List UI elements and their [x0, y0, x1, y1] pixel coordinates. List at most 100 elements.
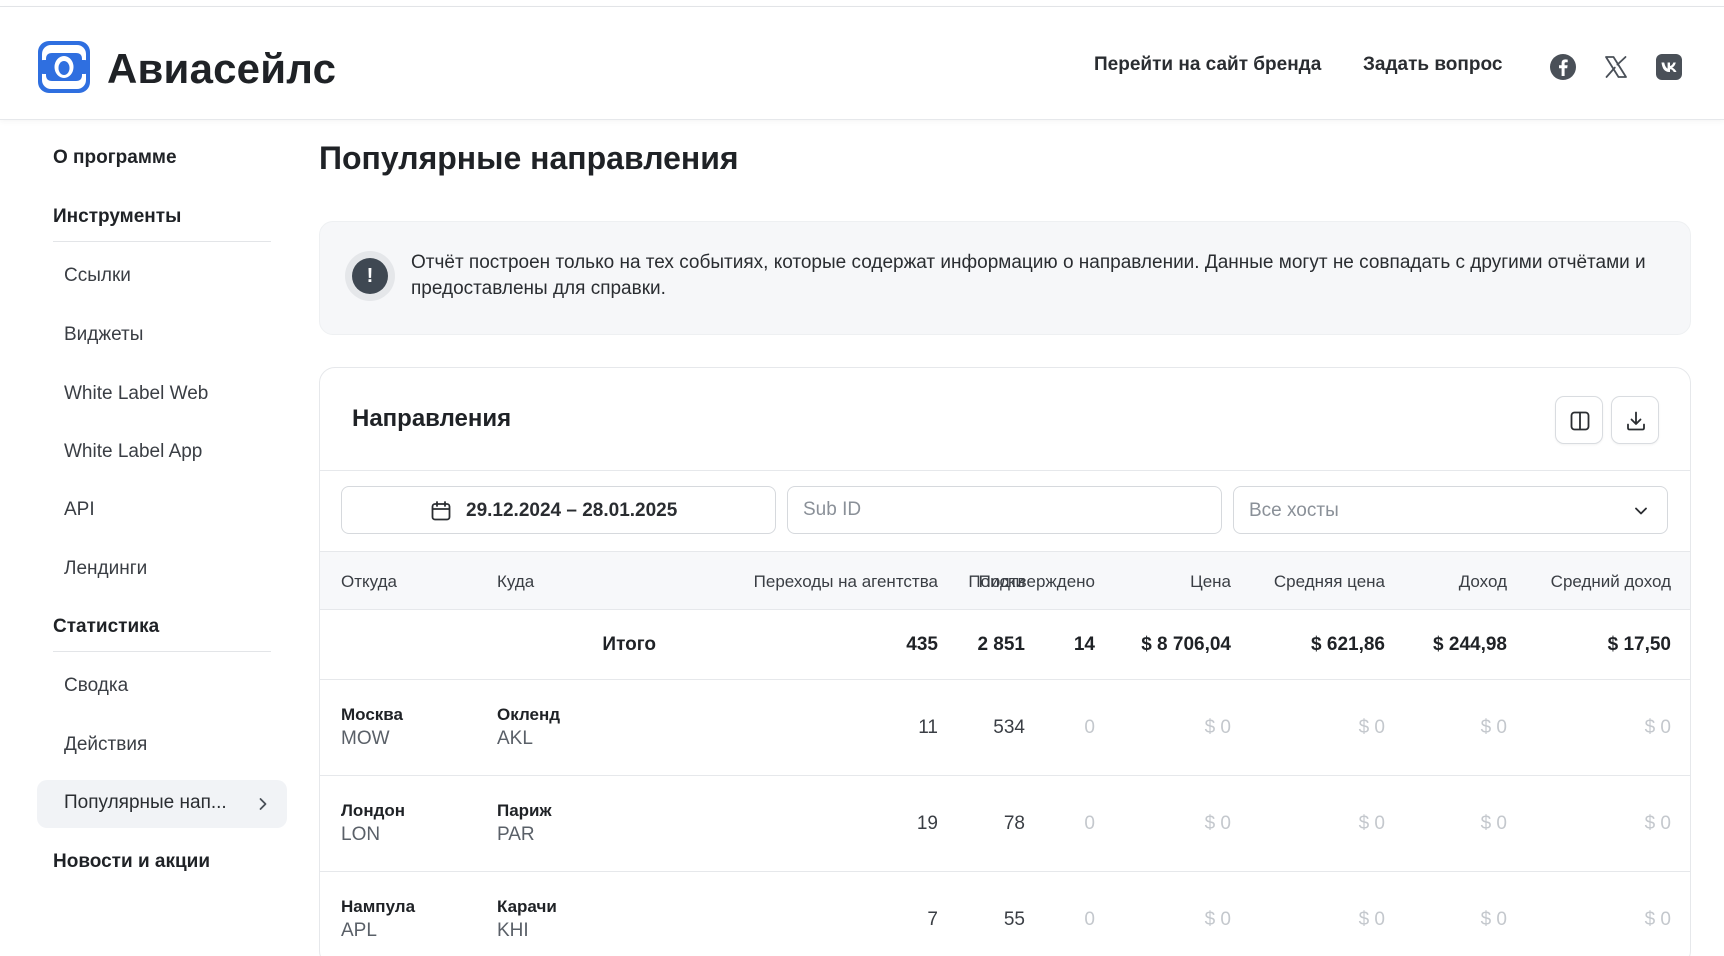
to-city: Окленд [497, 705, 561, 724]
exclamation-mark: ! [352, 258, 388, 294]
from-city: Москва [341, 705, 403, 724]
total-label: Итого [602, 634, 656, 655]
chevron-right-icon [259, 798, 267, 810]
searches-value: 55 [1003, 909, 1025, 930]
clicks-value: 19 [916, 813, 938, 834]
card-divider [320, 470, 1690, 471]
column-header-from[interactable]: Откуда [341, 571, 397, 593]
table-row-total: Итого 2 851 435 14 $ 8 706,04 $ 621,86 $… [320, 610, 1690, 680]
brand-site-link[interactable]: Перейти на сайт бренда [1094, 53, 1321, 77]
download-button[interactable] [1611, 396, 1659, 444]
to-code: AKL [497, 728, 533, 749]
avg-price-value: $ 0 [1358, 909, 1385, 930]
income-value: $ 0 [1480, 909, 1507, 930]
avg-price-value: $ 0 [1358, 813, 1385, 834]
sidebar-section-tools[interactable]: Инструменты [53, 205, 181, 229]
clicks-value: 7 [927, 909, 938, 930]
date-range-picker[interactable]: 29.12.2024 – 28.01.2025 [341, 486, 776, 534]
hosts-select[interactable]: Все хосты [1233, 486, 1668, 534]
top-border [0, 0, 1724, 7]
info-notice: ! Отчёт построен только на тех событиях,… [319, 221, 1691, 335]
total-avg-income: $ 17,50 [1607, 634, 1671, 655]
sidebar-divider [53, 241, 271, 242]
price-value: $ 0 [1204, 909, 1231, 930]
column-header-income[interactable]: Доход [1459, 571, 1507, 593]
sidebar-item-landings[interactable]: Лендинги [64, 557, 147, 581]
confirmed-value: 0 [1084, 813, 1095, 834]
price-value: $ 0 [1204, 813, 1231, 834]
sidebar-divider [53, 651, 271, 652]
income-value: $ 0 [1480, 717, 1507, 738]
table-row[interactable]: Нампула APL Карачи KHI 55 7 0 $ 0 $ 0 $ … [320, 872, 1690, 956]
column-header-price[interactable]: Цена [1190, 571, 1231, 593]
brand-name[interactable]: Авиасейлс [107, 45, 336, 93]
to-city: Париж [497, 801, 552, 820]
sidebar-item-white-label-web[interactable]: White Label Web [64, 382, 208, 406]
from-code: MOW [341, 728, 390, 749]
sidebar-item-api[interactable]: API [64, 498, 95, 522]
price-value: $ 0 [1204, 717, 1231, 738]
total-searches: 2 851 [977, 634, 1025, 655]
exclamation-icon: ! [345, 251, 395, 301]
notice-text: Отчёт построен только на тех событиях, к… [411, 252, 1646, 299]
ask-question-link[interactable]: Задать вопрос [1363, 53, 1502, 77]
clicks-value: 11 [918, 717, 938, 738]
sidebar-item-widgets[interactable]: Виджеты [64, 323, 143, 347]
total-income: $ 244,98 [1433, 634, 1507, 655]
avg-income-value: $ 0 [1644, 909, 1671, 930]
sidebar-item-summary[interactable]: Сводка [64, 674, 128, 698]
avg-income-value: $ 0 [1644, 717, 1671, 738]
column-header-to[interactable]: Куда [497, 571, 534, 593]
sidebar-item-white-label-app[interactable]: White Label App [64, 440, 202, 464]
table-row[interactable]: Лондон LON Париж PAR 78 19 0 $ 0 $ 0 $ 0… [320, 776, 1690, 872]
directions-card: Направления 29.12.2024 – 28.01.2025 Все … [319, 367, 1691, 956]
income-value: $ 0 [1480, 813, 1507, 834]
column-header-avg-price[interactable]: Средняя цена [1274, 571, 1385, 593]
subid-field[interactable] [787, 486, 1222, 534]
chevron-down-icon [1635, 507, 1647, 515]
page-title: Популярные направления [319, 140, 739, 176]
column-header-confirmed[interactable]: Подтверждено [979, 571, 1095, 593]
sidebar-item-news[interactable]: Новости и акции [53, 850, 210, 874]
columns-icon [1570, 411, 1590, 431]
sidebar-item-links[interactable]: Ссылки [64, 264, 131, 288]
total-confirmed: 14 [1073, 634, 1095, 655]
site-header: Авиасейлс Перейти на сайт бренда Задать … [0, 7, 1724, 120]
total-price: $ 8 706,04 [1141, 634, 1231, 655]
date-range-value: 29.12.2024 – 28.01.2025 [466, 500, 678, 521]
total-clicks: 435 [906, 634, 938, 655]
sidebar-item-label: Популярные нап... [64, 792, 227, 813]
confirmed-value: 0 [1084, 717, 1095, 738]
to-code: KHI [497, 920, 529, 941]
sidebar-section-statistics[interactable]: Статистика [53, 615, 159, 639]
searches-value: 534 [993, 717, 1025, 738]
searches-value: 78 [1003, 813, 1025, 834]
calendar-icon [431, 501, 451, 521]
avg-income-value: $ 0 [1644, 813, 1671, 834]
from-code: APL [341, 920, 377, 941]
to-city: Карачи [497, 897, 557, 916]
aviasales-logo-icon[interactable] [37, 40, 91, 94]
subid-input[interactable] [803, 497, 1203, 523]
column-header-agency-clicks[interactable]: Переходы на агентства [754, 571, 938, 593]
confirmed-value: 0 [1084, 909, 1095, 930]
table-row[interactable]: Москва MOW Окленд AKL 534 11 0 $ 0 $ 0 $… [320, 680, 1690, 776]
from-code: LON [341, 824, 381, 845]
columns-toggle-button[interactable] [1555, 396, 1603, 444]
avg-price-value: $ 0 [1358, 717, 1385, 738]
column-header-avg-income[interactable]: Средний доход [1551, 571, 1671, 593]
table-header: Откуда Куда Поиски Переходы на агентства… [320, 551, 1690, 610]
sidebar-item-actions[interactable]: Действия [64, 733, 147, 757]
download-icon [1627, 411, 1645, 431]
hosts-select-value: Все хосты [1249, 500, 1339, 521]
from-city: Лондон [341, 801, 406, 820]
to-code: PAR [497, 824, 535, 845]
card-title: Направления [352, 405, 512, 432]
from-city: Нампула [341, 897, 416, 916]
total-avg-price: $ 621,86 [1311, 634, 1385, 655]
facebook-icon[interactable] [1548, 52, 1578, 82]
sidebar-item-popular-directions[interactable]: Популярные нап... [37, 780, 287, 828]
x-icon[interactable] [1601, 52, 1631, 82]
vk-icon[interactable] [1654, 52, 1684, 82]
sidebar-item-about[interactable]: О программе [53, 146, 177, 170]
